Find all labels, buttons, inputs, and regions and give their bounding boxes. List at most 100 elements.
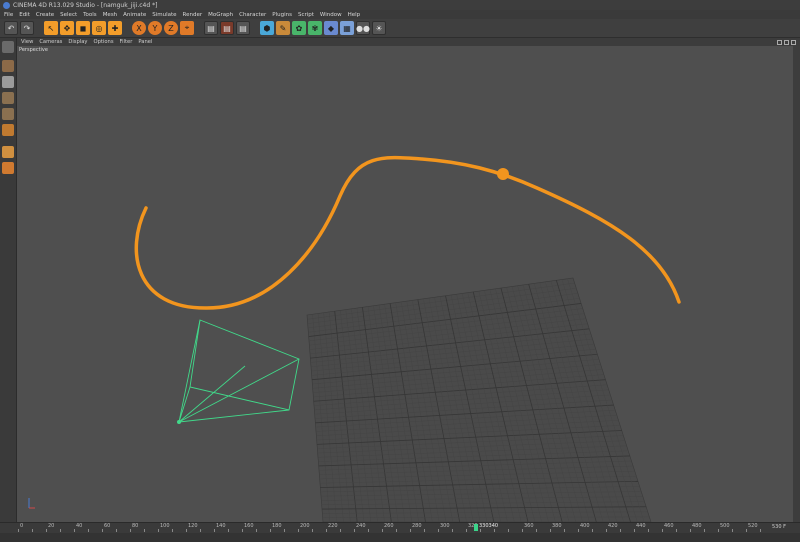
timeline-tick-mark <box>312 529 313 532</box>
timeline-tick-label: 460 <box>664 523 674 529</box>
timeline-tick-mark <box>60 529 61 532</box>
world-coord-icon[interactable]: ⌖ <box>180 21 194 35</box>
camera-origin-point[interactable] <box>177 420 181 424</box>
points-mode-icon[interactable] <box>2 92 14 104</box>
timeline-tick-mark <box>46 529 47 532</box>
timeline-tick-label: 20 <box>48 523 55 529</box>
snap-icon[interactable] <box>2 162 14 174</box>
recent-tool-icon[interactable]: ✚ <box>108 21 122 35</box>
redo-icon[interactable]: ↷ <box>20 21 34 35</box>
texture-mode-icon[interactable] <box>2 76 14 88</box>
timeline-tick-mark <box>466 529 467 532</box>
maximize-icon[interactable] <box>791 39 796 45</box>
viewport-controls <box>777 38 796 45</box>
toolbar-separator <box>36 21 42 35</box>
undo-icon[interactable]: ↶ <box>4 21 18 35</box>
z-axis-icon[interactable]: Z <box>164 21 178 35</box>
polygons-mode-icon[interactable] <box>2 124 14 136</box>
menu-item-create[interactable]: Create <box>36 12 54 18</box>
camera-frustum[interactable] <box>178 319 300 423</box>
timeline-tick-mark <box>158 529 159 532</box>
timeline-tick-mark <box>144 529 145 532</box>
edges-mode-icon[interactable] <box>2 108 14 120</box>
menu-item-render[interactable]: Render <box>183 12 203 18</box>
view-menu-item-panel[interactable]: Panel <box>138 39 152 45</box>
menu-item-window[interactable]: Window <box>320 12 342 18</box>
current-frame-marker[interactable] <box>474 524 478 531</box>
make-editable-icon[interactable] <box>2 41 14 53</box>
timeline-tick-mark <box>564 529 565 532</box>
view-menu-item-options[interactable]: Options <box>94 39 114 45</box>
timeline-tick-mark <box>648 529 649 532</box>
world-axis-gizmo <box>28 498 35 509</box>
timeline-tick-mark <box>326 529 327 532</box>
light-icon[interactable]: ☀ <box>372 21 386 35</box>
menu-item-character[interactable]: Character <box>239 12 266 18</box>
y-axis-icon[interactable]: Y <box>148 21 162 35</box>
view-menu-item-filter[interactable]: Filter <box>120 39 133 45</box>
spline-point-handle[interactable] <box>497 168 509 180</box>
menu-item-mesh[interactable]: Mesh <box>103 12 117 18</box>
render-picture-viewer-icon[interactable]: ▤ <box>220 21 234 35</box>
timeline-tick-label: 440 <box>636 523 646 529</box>
render-view-icon[interactable]: ▤ <box>204 21 218 35</box>
view-menu-item-display[interactable]: Display <box>68 39 87 45</box>
cube-icon[interactable]: ⬢ <box>260 21 274 35</box>
zoom-icon[interactable] <box>784 39 789 45</box>
nurbs-icon[interactable]: ✿ <box>292 21 306 35</box>
menu-item-animate[interactable]: Animate <box>123 12 146 18</box>
timeline-tick-label: 420 <box>608 523 618 529</box>
timeline-tick-mark <box>116 529 117 532</box>
camera-icon[interactable]: ●● <box>356 21 370 35</box>
timeline-tick-mark <box>298 529 299 532</box>
title-bar: CINEMA 4D R13.029 Studio - [namguk_jiji.… <box>0 0 800 10</box>
spline-curve[interactable] <box>134 155 681 310</box>
model-mode-icon[interactable] <box>2 60 14 72</box>
menu-item-plugins[interactable]: Plugins <box>272 12 292 18</box>
menu-item-select[interactable]: Select <box>60 12 77 18</box>
axis-mode-icon[interactable] <box>2 146 14 158</box>
menu-item-help[interactable]: Help <box>348 12 361 18</box>
timeline-tick-label: 300 <box>440 523 450 529</box>
timeline-tick-label: 40 <box>76 523 83 529</box>
x-axis-icon[interactable]: X <box>132 21 146 35</box>
viewport-canvas[interactable] <box>17 46 793 522</box>
menu-item-script[interactable]: Script <box>298 12 314 18</box>
timeline-tick-label: 140 <box>216 523 226 529</box>
deformer-icon[interactable]: ◆ <box>324 21 338 35</box>
pan-icon[interactable] <box>777 39 782 45</box>
timeline-tick-label: 280 <box>412 523 422 529</box>
timeline[interactable]: 0 20 40 60 80 100 120 140 160 180 200 220 240 260 280 3… <box>0 522 800 542</box>
timeline-tick-mark <box>578 529 579 532</box>
cinema4d-logo-icon <box>3 1 10 9</box>
spline-pen-icon[interactable]: ✎ <box>276 21 290 35</box>
live-select-icon[interactable]: ↖ <box>44 21 58 35</box>
menu-item-simulate[interactable]: Simulate <box>152 12 176 18</box>
timeline-tick-label: 180 <box>272 523 282 529</box>
timeline-tick-mark <box>200 529 201 532</box>
perspective-viewport[interactable]: Perspective <box>17 46 793 522</box>
menu-item-tools[interactable]: Tools <box>83 12 97 18</box>
timeline-tick-label: 520 <box>748 523 758 529</box>
timeline-tick-label: 480 <box>692 523 702 529</box>
view-menu-item-cameras[interactable]: Cameras <box>39 39 62 45</box>
end-frame-field[interactable]: 530 F <box>772 524 786 530</box>
timeline-tick-mark <box>606 529 607 532</box>
render-settings-icon[interactable]: ▤ <box>236 21 250 35</box>
toolbar-separator <box>196 21 202 35</box>
scene-icon[interactable]: ▦ <box>340 21 354 35</box>
menu-item-file[interactable]: File <box>4 12 13 18</box>
view-menu-item-view[interactable]: View <box>21 39 33 45</box>
timeline-tick-label: 380 <box>552 523 562 529</box>
scale-icon[interactable]: ◼ <box>76 21 90 35</box>
timeline-tick-mark <box>732 529 733 532</box>
timeline-tick-mark <box>228 529 229 532</box>
menu-item-mograph[interactable]: MoGraph <box>208 12 233 18</box>
timeline-tick-label: 400 <box>580 523 590 529</box>
menu-item-edit[interactable]: Edit <box>19 12 30 18</box>
timeline-tick-mark <box>340 529 341 532</box>
array-icon[interactable]: ✾ <box>308 21 322 35</box>
rotate-icon[interactable]: ◎ <box>92 21 106 35</box>
move-icon[interactable]: ✥ <box>60 21 74 35</box>
timeline-ruler[interactable]: 0 20 40 60 80 100 120 140 160 180 200 220 240 260 280 3… <box>18 523 761 532</box>
